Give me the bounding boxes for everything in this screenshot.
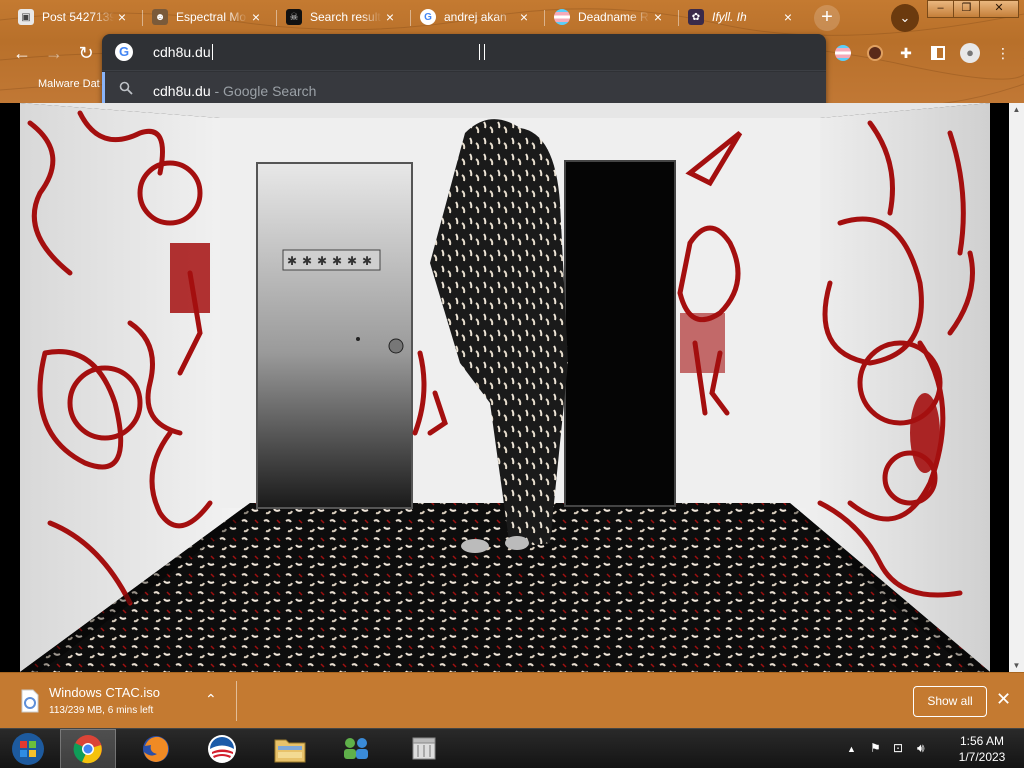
taskbar-firefox[interactable] bbox=[128, 729, 184, 768]
close-icon[interactable]: × bbox=[114, 9, 130, 25]
show-hidden-icons-chevron-up-icon[interactable]: ▲ bbox=[847, 744, 856, 754]
volume-icon[interactable]: 🔊︎ bbox=[917, 741, 925, 756]
tab-title: Search results bbox=[310, 10, 382, 24]
address-input[interactable]: cdh8u.du bbox=[153, 44, 213, 60]
avatar-icon: ☻ bbox=[152, 9, 168, 25]
puzzle-extensions-icon[interactable]: ✚ bbox=[896, 43, 916, 63]
taskbar-archive[interactable] bbox=[396, 729, 452, 768]
divider bbox=[236, 681, 237, 721]
suggestion-text: cdh8u.du - Google Search bbox=[153, 83, 317, 99]
profile-extension-icon[interactable] bbox=[865, 43, 885, 63]
address-bar[interactable]: G cdh8u.du bbox=[102, 34, 826, 70]
taskbar-chrome[interactable] bbox=[60, 729, 116, 768]
tab-title: Deadname Re bbox=[578, 10, 650, 24]
vertical-scrollbar[interactable]: ▲ ▼ bbox=[1009, 103, 1024, 672]
close-icon[interactable]: × bbox=[248, 9, 264, 25]
tab-search-chevron-down-icon[interactable]: ⌄ bbox=[891, 4, 919, 32]
skull-icon: ☠ bbox=[286, 9, 302, 25]
download-filename[interactable]: Windows CTAC.iso bbox=[49, 685, 160, 700]
scroll-up-arrow-icon[interactable]: ▲ bbox=[1012, 105, 1021, 114]
file-icon bbox=[21, 689, 39, 713]
bookmark-malware[interactable]: Malware Dat bbox=[38, 78, 100, 90]
account-avatar-icon[interactable]: ● bbox=[960, 43, 980, 63]
svg-text:✱: ✱ bbox=[332, 254, 342, 268]
close-icon[interactable]: × bbox=[516, 9, 532, 25]
action-center-flag-icon[interactable]: ⚑ bbox=[870, 741, 881, 755]
taskbar-obama[interactable] bbox=[194, 729, 250, 768]
close-icon[interactable]: × bbox=[780, 9, 796, 25]
taskbar-file-explorer[interactable] bbox=[262, 729, 318, 768]
clock-date: 1/7/2023 bbox=[958, 750, 1006, 764]
reload-icon[interactable]: ↻ bbox=[74, 41, 98, 65]
close-icon[interactable]: ✕ bbox=[996, 689, 1011, 710]
page-content: ✱ ✱ ✱ ✱ ✱ ✱ ▲ ▼ bbox=[0, 103, 1024, 672]
tab-separator bbox=[410, 10, 411, 26]
scroll-down-arrow-icon[interactable]: ▼ bbox=[1012, 661, 1021, 670]
tab-title: Post 5427139 bbox=[42, 10, 114, 24]
tab-espectral[interactable]: ☻ Espectral Mo × bbox=[144, 4, 272, 30]
archive-icon bbox=[412, 737, 436, 760]
taskbar-network-users[interactable] bbox=[328, 729, 384, 768]
clock-time: 1:56 AM bbox=[959, 734, 1005, 748]
minimize-button[interactable]: – bbox=[927, 0, 954, 18]
svg-text:✱: ✱ bbox=[317, 254, 327, 268]
close-window-button[interactable]: ✕ bbox=[979, 0, 1019, 18]
close-icon[interactable]: × bbox=[650, 9, 666, 25]
download-bar: Windows CTAC.iso 113/239 MB, 6 mins left… bbox=[0, 672, 1024, 728]
mouse-ibeam-cursor-icon bbox=[479, 44, 485, 60]
back-arrow-icon[interactable]: ← bbox=[10, 41, 34, 65]
obama-logo-icon bbox=[208, 735, 236, 763]
forward-arrow-icon[interactable]: → bbox=[42, 41, 66, 65]
tab-separator bbox=[678, 10, 679, 26]
search-icon bbox=[118, 81, 134, 97]
windows-logo-icon bbox=[12, 733, 44, 765]
screen: ▣ Post 5427139 × ☻ Espectral Mo × ☠ Sear… bbox=[0, 0, 1024, 768]
users-icon bbox=[344, 738, 368, 759]
google-icon: G bbox=[115, 43, 133, 61]
site-icon: ▣ bbox=[18, 9, 34, 25]
svg-text:✱: ✱ bbox=[362, 254, 372, 268]
trans-flag-extension-icon[interactable] bbox=[833, 43, 853, 63]
maximize-button[interactable]: ❐ bbox=[953, 0, 980, 18]
tab-title: Espectral Mo bbox=[176, 10, 247, 24]
tab-post[interactable]: ▣ Post 5427139 × bbox=[10, 4, 138, 30]
start-button[interactable] bbox=[0, 729, 56, 768]
horror-hallway-image: ✱ ✱ ✱ ✱ ✱ ✱ bbox=[20, 103, 990, 672]
chevron-up-icon[interactable]: ⌃ bbox=[205, 691, 217, 708]
google-icon: G bbox=[420, 9, 436, 25]
network-icon[interactable]: ⊡ bbox=[893, 741, 903, 755]
divider bbox=[102, 70, 826, 71]
tab-separator bbox=[276, 10, 277, 26]
svg-text:✱: ✱ bbox=[287, 254, 297, 268]
close-icon[interactable]: × bbox=[382, 9, 398, 25]
new-tab-button[interactable]: + bbox=[814, 5, 840, 31]
tab-title: Ifyll. Ih bbox=[712, 10, 747, 24]
anime-icon: ✿ bbox=[688, 9, 704, 25]
download-status: 113/239 MB, 6 mins left bbox=[49, 705, 154, 716]
trans-flag-icon bbox=[554, 9, 570, 25]
show-all-button[interactable]: Show all bbox=[913, 686, 987, 717]
firefox-icon bbox=[143, 736, 169, 762]
tab-strip: ▣ Post 5427139 × ☻ Espectral Mo × ☠ Sear… bbox=[0, 0, 1024, 34]
folder-icon bbox=[274, 739, 306, 763]
tab-title: andrej akan bbox=[444, 10, 507, 24]
tab-separator bbox=[142, 10, 143, 26]
menu-kebab-icon[interactable]: ⋮ bbox=[993, 43, 1013, 63]
svg-text:✱: ✱ bbox=[347, 254, 357, 268]
tab-anime[interactable]: ✿ Ifyll. Ih × bbox=[680, 4, 804, 30]
tab-search-results[interactable]: ☠ Search results × bbox=[278, 4, 406, 30]
system-clock[interactable]: 1:56 AM 1/7/2023 bbox=[940, 733, 1024, 765]
tab-separator bbox=[544, 10, 545, 26]
text-caret bbox=[211, 44, 213, 60]
chrome-icon bbox=[73, 735, 102, 764]
svg-text:✱: ✱ bbox=[302, 254, 312, 268]
taskbar: ▲ ⚑ ⊡ 🔊︎ 1:56 AM 1/7/2023 bbox=[0, 728, 1024, 768]
tab-deadname[interactable]: Deadname Re × bbox=[546, 4, 674, 30]
side-panel-icon[interactable] bbox=[928, 43, 948, 63]
tab-google[interactable]: G andrej akan × bbox=[412, 4, 540, 30]
